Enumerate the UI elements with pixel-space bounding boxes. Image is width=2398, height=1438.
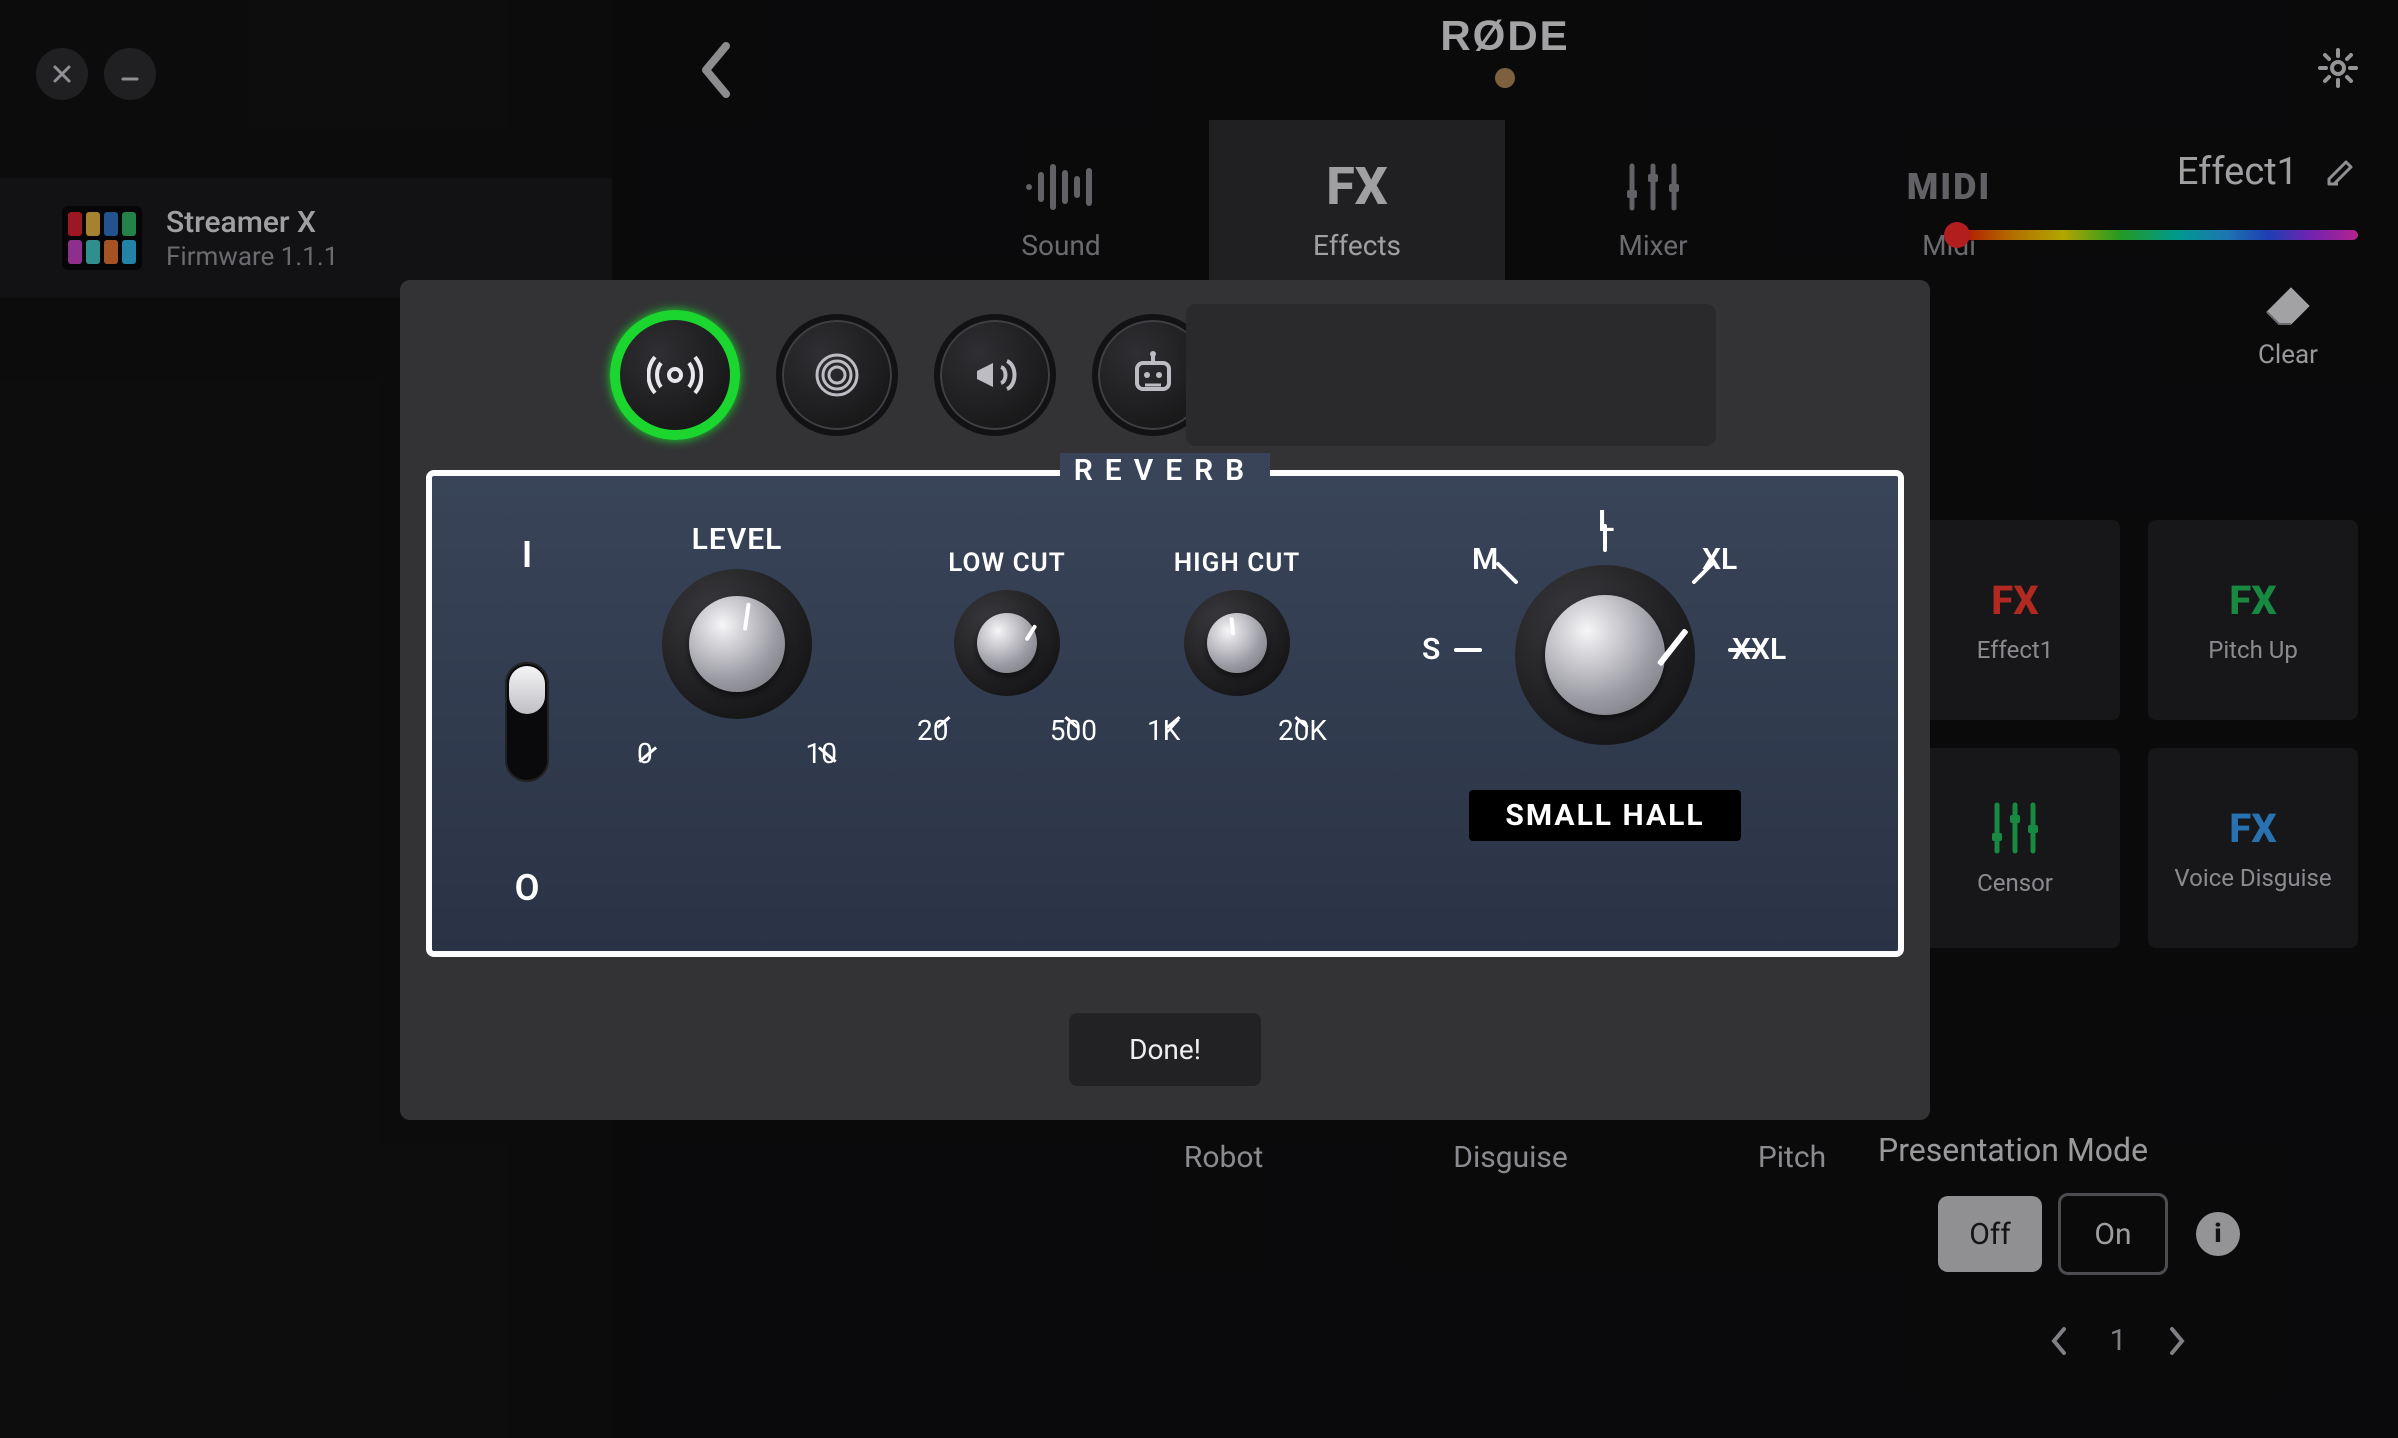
io-label-O: O bbox=[515, 867, 540, 909]
highcut-knob[interactable] bbox=[1184, 590, 1290, 696]
io-label-I: I bbox=[522, 534, 532, 576]
size-column: S M L XL XXL bbox=[1352, 506, 1858, 915]
size-knob[interactable] bbox=[1515, 565, 1695, 745]
highcut-max: 20K bbox=[1278, 714, 1327, 747]
bypass-switch[interactable] bbox=[505, 662, 549, 782]
lowcut-column: LOW CUT 20 500 bbox=[892, 506, 1122, 915]
lowcut-max: 500 bbox=[1050, 714, 1097, 747]
echo-fx-icon[interactable] bbox=[776, 314, 898, 436]
highcut-column: HIGH CUT 1K 20K bbox=[1122, 506, 1352, 915]
size-name: SMALL HALL bbox=[1469, 790, 1740, 841]
fx-icon-group-bg bbox=[1186, 304, 1716, 446]
reverb-title: REVERB bbox=[1060, 453, 1270, 488]
reverb-fx-icon[interactable] bbox=[610, 310, 740, 440]
level-max: 10 bbox=[806, 737, 837, 770]
bypass-column: I O bbox=[472, 506, 582, 915]
level-knob[interactable] bbox=[662, 569, 812, 719]
megaphone-fx-icon[interactable] bbox=[934, 314, 1056, 436]
level-label: LEVEL bbox=[692, 522, 783, 557]
level-column: LEVEL 0 10 bbox=[582, 506, 892, 915]
reverb-modal: ♭♮♯ REVERB I O LEVEL bbox=[400, 280, 1930, 1120]
lowcut-label: LOW CUT bbox=[948, 548, 1066, 578]
lowcut-knob[interactable] bbox=[954, 590, 1060, 696]
done-button[interactable]: Done! bbox=[1069, 1013, 1261, 1086]
highcut-label: HIGH CUT bbox=[1174, 548, 1301, 578]
switch-thumb bbox=[509, 666, 545, 714]
size-S: S bbox=[1422, 632, 1440, 667]
reverb-panel: REVERB I O LEVEL bbox=[426, 470, 1904, 957]
